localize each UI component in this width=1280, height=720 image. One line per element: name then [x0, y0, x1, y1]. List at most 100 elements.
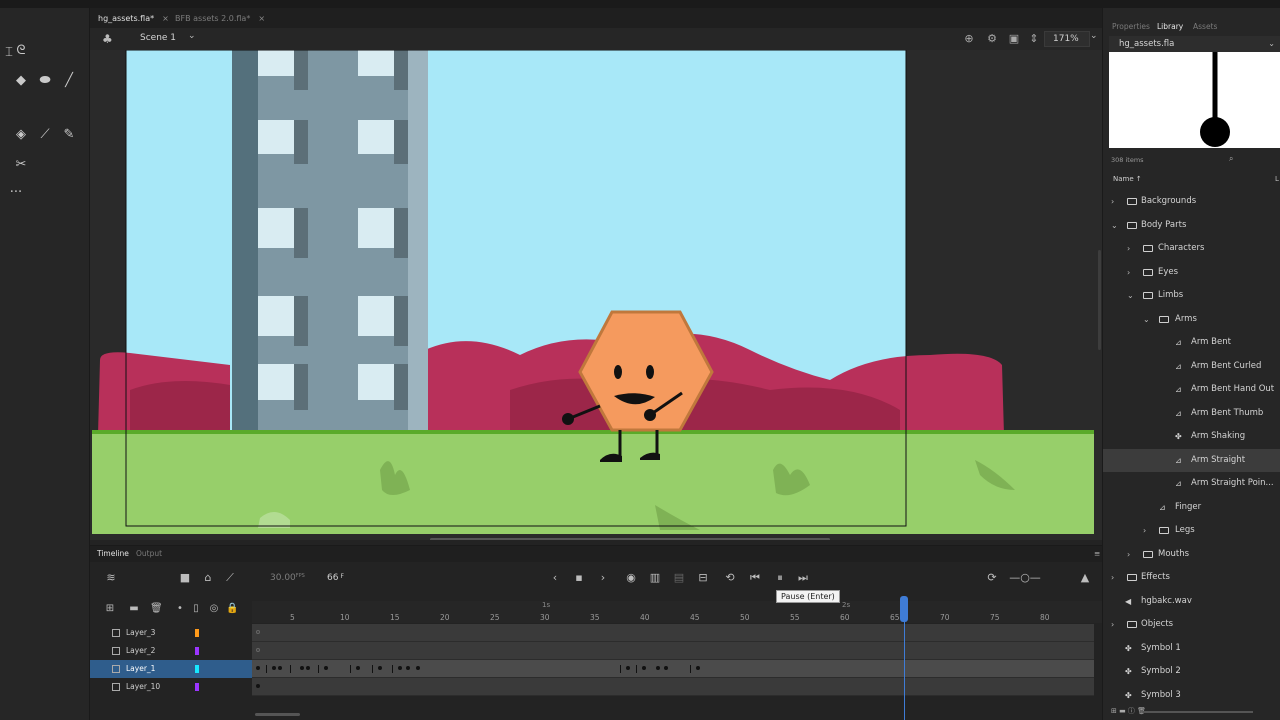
- loop-icon[interactable]: ⟲: [723, 571, 737, 585]
- chevron-down-icon[interactable]: ⌄: [188, 31, 196, 41]
- keyframe[interactable]: [378, 666, 382, 670]
- lock-icon[interactable]: 🔒: [226, 603, 238, 615]
- edit-symbols-icon[interactable]: ⚙: [985, 32, 999, 46]
- timeline-scrollbar[interactable]: [255, 713, 300, 716]
- fps-readout[interactable]: 30.00FPS: [270, 573, 305, 583]
- chevron-down-icon[interactable]: ⌄: [1111, 214, 1119, 238]
- chevron-right-icon[interactable]: ›: [1111, 613, 1119, 637]
- list-item[interactable]: ⌄ Arms: [1103, 308, 1280, 332]
- chevron-right-icon[interactable]: ›: [1111, 566, 1119, 590]
- outline-icon[interactable]: ▯: [190, 603, 202, 615]
- list-item[interactable]: ✤ Arm Shaking: [1103, 425, 1280, 449]
- keyframe[interactable]: [278, 666, 282, 670]
- list-item[interactable]: ⊿ Arm Bent Curled: [1103, 355, 1280, 379]
- list-item[interactable]: › Objects: [1103, 613, 1280, 637]
- highlight-icon[interactable]: •: [174, 603, 186, 615]
- chevron-down-icon[interactable]: ⌄: [1268, 36, 1275, 52]
- layer-color-swatch[interactable]: [195, 647, 199, 655]
- scene-label[interactable]: Scene 1: [140, 33, 176, 43]
- stage-canvas[interactable]: [90, 50, 1102, 540]
- frame-grid[interactable]: [252, 624, 1094, 696]
- keyframe[interactable]: [350, 665, 351, 673]
- list-item[interactable]: ⊿ Arm Bent Hand Out: [1103, 378, 1280, 402]
- keyframe[interactable]: [690, 665, 691, 673]
- zoom-level-field[interactable]: 171%: [1044, 31, 1090, 47]
- layer-color-swatch[interactable]: [195, 665, 199, 673]
- stop-marker-icon[interactable]: ▪: [572, 571, 586, 585]
- list-item[interactable]: ⊿ Arm Straight Poin...: [1103, 472, 1280, 496]
- list-item[interactable]: ⊿ Finger: [1103, 496, 1280, 520]
- chevron-right-icon[interactable]: ›: [1127, 261, 1135, 285]
- library-scrollbar[interactable]: [1143, 711, 1253, 713]
- layer-row[interactable]: Layer_3: [90, 624, 252, 642]
- chevron-right-icon[interactable]: ›: [1143, 519, 1151, 543]
- keyframe[interactable]: [256, 684, 260, 688]
- camera-icon[interactable]: ■: [178, 571, 192, 585]
- doc-tab-hg-assets[interactable]: hg_assets.fla* ×: [90, 10, 169, 28]
- pin-tool-icon[interactable]: ✎: [60, 126, 78, 144]
- stage-vertical-scrollbar[interactable]: [1098, 250, 1101, 350]
- lasso-tool-icon[interactable]: ᘓ: [12, 42, 30, 60]
- keyframe[interactable]: [696, 666, 700, 670]
- eyedropper-icon[interactable]: ⟋: [36, 126, 54, 144]
- keyframe[interactable]: [398, 666, 402, 670]
- list-item-selected[interactable]: ⊿ Arm Straight: [1103, 448, 1280, 472]
- mountain-icon[interactable]: ▲: [1078, 571, 1092, 585]
- list-item[interactable]: › Legs: [1103, 519, 1280, 543]
- chevron-down-icon[interactable]: ⌄: [1143, 308, 1151, 332]
- list-item[interactable]: ◀ hgbakc.wav: [1103, 590, 1280, 614]
- step-forward-icon[interactable]: ⏭: [796, 571, 810, 585]
- playhead[interactable]: [900, 596, 908, 622]
- clip-stage-icon[interactable]: ▣: [1007, 32, 1021, 46]
- tab-output[interactable]: Output: [136, 549, 162, 558]
- keyframe[interactable]: [372, 665, 373, 673]
- new-layer-icon[interactable]: ⊞: [104, 603, 116, 615]
- fit-frames-icon[interactable]: ⟳: [985, 571, 999, 585]
- tab-assets[interactable]: Assets: [1193, 22, 1217, 31]
- panel-menu-icon[interactable]: ≡: [1094, 549, 1100, 558]
- list-item[interactable]: ⊿ Arm Bent: [1103, 331, 1280, 355]
- frame-row[interactable]: [252, 642, 1094, 660]
- keyframe[interactable]: [406, 666, 410, 670]
- chevron-left-icon[interactable]: ‹: [548, 571, 562, 585]
- library-bottom-tools[interactable]: ⊞ ▬ ⓘ 🗑: [1111, 706, 1146, 716]
- scene-clapper-icon[interactable]: ♣: [102, 32, 116, 46]
- keyframe[interactable]: [620, 665, 621, 673]
- layer-depth-icon[interactable]: ⌂: [201, 571, 215, 585]
- sort-arrow-icon[interactable]: ↑: [1136, 175, 1142, 183]
- keyframe[interactable]: [416, 666, 420, 670]
- keyframe[interactable]: [290, 665, 291, 673]
- layer-color-swatch[interactable]: [195, 683, 199, 691]
- keyframe[interactable]: [300, 666, 304, 670]
- list-item[interactable]: ⊿ Arm Bent Thumb: [1103, 402, 1280, 426]
- keyframe[interactable]: [356, 666, 360, 670]
- keyframe[interactable]: [256, 666, 260, 670]
- chevron-right-icon[interactable]: ›: [596, 571, 610, 585]
- layers-icon[interactable]: ≋: [104, 571, 118, 585]
- chevron-right-icon[interactable]: ›: [1127, 543, 1135, 567]
- edit-multiple-frames-icon[interactable]: ▥: [648, 571, 662, 585]
- keyframe[interactable]: [642, 666, 646, 670]
- chevron-down-icon[interactable]: ⌄: [1090, 31, 1100, 41]
- linkage-column-header[interactable]: L: [1275, 175, 1279, 183]
- library-document-select[interactable]: hg_assets.fla ⌄: [1109, 36, 1280, 52]
- list-item[interactable]: › Eyes: [1103, 261, 1280, 285]
- line-tool-icon[interactable]: ╱: [60, 72, 78, 90]
- current-frame[interactable]: 66 F: [327, 573, 344, 583]
- bone-tool-icon[interactable]: ✂: [12, 156, 30, 174]
- stage-area[interactable]: [90, 50, 1102, 540]
- close-icon[interactable]: ×: [258, 14, 265, 23]
- chevron-right-icon[interactable]: ›: [1111, 190, 1119, 214]
- list-item[interactable]: ✤ Symbol 3: [1103, 684, 1280, 708]
- keyframe[interactable]: [324, 666, 328, 670]
- keyframe[interactable]: [272, 666, 276, 670]
- new-folder-icon[interactable]: ▬: [128, 603, 140, 615]
- doc-tab-bfb-assets[interactable]: BFB assets 2.0.fla* ×: [167, 10, 265, 28]
- frame-row[interactable]: [252, 678, 1094, 696]
- stage-horizontal-scrollbar[interactable]: [430, 538, 830, 540]
- list-item[interactable]: › Mouths: [1103, 543, 1280, 567]
- list-item[interactable]: ✤ Symbol 2: [1103, 660, 1280, 684]
- keyframe[interactable]: [306, 666, 310, 670]
- insert-frame-icon[interactable]: ⊟: [696, 571, 710, 585]
- pause-icon[interactable]: ⏸: [773, 571, 787, 585]
